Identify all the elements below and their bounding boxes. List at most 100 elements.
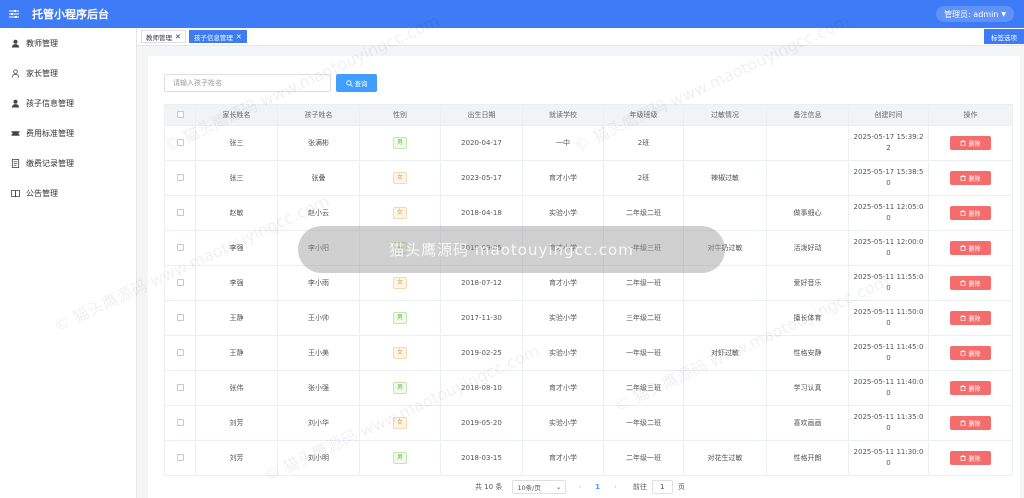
sidebar-item-announcements[interactable]: 公告管理	[0, 178, 136, 208]
trash-icon	[960, 420, 967, 426]
trash-icon	[960, 350, 967, 356]
column-header: 过敏情况	[683, 104, 767, 126]
sidebar-item-teachers[interactable]: 教师管理	[0, 28, 136, 58]
row-select-cell[interactable]	[164, 195, 196, 231]
delete-label: 删除	[968, 210, 981, 218]
gender-tag: 女	[392, 347, 407, 359]
close-icon[interactable]: ✕	[175, 33, 181, 41]
sidebar-item-payment-records[interactable]: 缴费记录管理	[0, 148, 136, 178]
column-header: 孩子姓名	[277, 104, 360, 126]
table-header-row: 家长姓名 孩子姓名 性别 出生日期 就读学校 年级班级 过敏情况 备注信息 创建…	[164, 104, 1013, 126]
goto-label: 前往	[632, 483, 647, 491]
grade-class-cell: 一年级二班	[603, 405, 684, 441]
note-cell: 擅长体育	[766, 300, 849, 336]
user-menu[interactable]: 管理员: admin ▼	[936, 6, 1014, 22]
column-header: 备注信息	[766, 104, 849, 126]
sidebar-item-label: 缴费记录管理	[26, 158, 74, 168]
prev-page-button[interactable]: ‹	[578, 483, 581, 491]
row-checkbox[interactable]	[176, 418, 184, 426]
delete-button[interactable]: 删除	[950, 346, 991, 360]
column-header: 就读学校	[522, 104, 604, 126]
sidebar-item-parents[interactable]: 家长管理	[0, 58, 136, 88]
user-icon	[10, 38, 20, 48]
created-time-line1: 2025-05-11 11:50:0	[853, 308, 924, 316]
search-icon	[345, 79, 353, 87]
delete-button[interactable]: 删除	[950, 381, 991, 395]
menu-toggle-button[interactable]	[0, 0, 28, 28]
delete-button[interactable]: 删除	[950, 276, 991, 290]
created-time-line2: 0	[886, 284, 891, 292]
select-all-checkbox[interactable]	[176, 110, 184, 118]
row-select-cell[interactable]	[164, 160, 196, 196]
row-select-cell[interactable]	[164, 300, 196, 336]
delete-button[interactable]: 删除	[950, 241, 991, 255]
created-time-line2: 0	[886, 424, 891, 432]
tab-options-button[interactable]: 标签选项	[984, 29, 1024, 44]
app-title: 托管小程序后台	[32, 8, 109, 21]
row-checkbox[interactable]	[176, 348, 184, 356]
delete-button[interactable]: 删除	[950, 171, 991, 185]
created-time-line2: 0	[886, 214, 891, 222]
delete-button[interactable]: 删除	[950, 136, 991, 150]
allergy-cell: 对虾过敏	[683, 335, 767, 371]
row-select-cell[interactable]	[164, 265, 196, 301]
row-checkbox[interactable]	[176, 208, 184, 216]
next-page-button[interactable]: ›	[614, 483, 617, 491]
sidebar-item-fee-standards[interactable]: 费用标准管理	[0, 118, 136, 148]
row-select-cell[interactable]	[164, 335, 196, 371]
watermark-banner: 猫头鹰源码 maotouyingcc.com	[298, 226, 725, 273]
search-button-label: 查询	[354, 80, 368, 88]
page-number[interactable]: 1	[595, 483, 600, 491]
created-time-cell: 2025-05-11 12:00:0 0	[848, 230, 929, 266]
total-count: 共 10 条	[475, 483, 503, 491]
trash-icon	[960, 140, 967, 146]
gender-tag: 男	[392, 382, 407, 394]
sliders-icon	[9, 10, 19, 18]
row-checkbox[interactable]	[176, 383, 184, 391]
delete-button[interactable]: 删除	[950, 311, 991, 325]
sidebar-item-label: 教师管理	[26, 38, 58, 48]
column-header: 创建时间	[848, 104, 929, 126]
column-header: 年级班级	[603, 104, 684, 126]
row-checkbox[interactable]	[176, 278, 184, 286]
page-size-select[interactable]: 10条/页 ⌄	[512, 480, 567, 494]
birth-date-cell: 2018-08-10	[440, 370, 523, 406]
created-time-cell: 2025-05-11 11:30:0 0	[848, 440, 929, 476]
created-time-cell: 2025-05-11 11:35:0 0	[848, 405, 929, 441]
select-all-cell[interactable]	[164, 104, 196, 126]
delete-button[interactable]: 删除	[950, 416, 991, 430]
book-icon	[10, 188, 20, 198]
delete-label: 删除	[968, 420, 981, 428]
row-checkbox[interactable]	[176, 453, 184, 461]
allergy-cell	[683, 125, 767, 161]
goto-page-input[interactable]: 1	[651, 480, 673, 494]
row-select-cell[interactable]	[164, 405, 196, 441]
row-select-cell[interactable]	[164, 440, 196, 476]
search-button[interactable]: 查询	[336, 74, 377, 92]
row-select-cell[interactable]	[164, 125, 196, 161]
created-time-line1: 2025-05-11 11:35:0	[853, 413, 924, 421]
row-checkbox[interactable]	[176, 173, 184, 181]
row-checkbox[interactable]	[176, 313, 184, 321]
tab-teachers[interactable]: 教师管理 ✕	[141, 30, 186, 43]
gender-cell: 男	[359, 300, 441, 336]
sidebar-item-children[interactable]: 孩子信息管理	[0, 88, 136, 118]
sidebar-item-label: 家长管理	[26, 68, 58, 78]
child-name-search-input[interactable]: 请输入孩子姓名	[164, 74, 331, 92]
row-checkbox[interactable]	[176, 243, 184, 251]
trash-icon	[960, 455, 967, 461]
column-header: 出生日期	[440, 104, 523, 126]
close-icon[interactable]: ✕	[236, 33, 242, 41]
school-cell: 育才小学	[522, 160, 604, 196]
school-cell: 育才小学	[522, 370, 604, 406]
created-time-line1: 2025-05-11 11:55:0	[853, 273, 924, 281]
delete-button[interactable]: 删除	[950, 451, 991, 465]
tab-children[interactable]: 孩子信息管理 ✕	[188, 30, 247, 43]
row-select-cell[interactable]	[164, 370, 196, 406]
main-panel: 请输入孩子姓名 查询 家长姓名 孩子姓名 性别 出生日期 就读学校 年级班级 过…	[148, 56, 1020, 498]
gender-tag: 女	[392, 417, 407, 429]
action-cell: 删除	[928, 125, 1013, 161]
delete-button[interactable]: 删除	[950, 206, 991, 220]
row-checkbox[interactable]	[176, 138, 184, 146]
row-select-cell[interactable]	[164, 230, 196, 266]
